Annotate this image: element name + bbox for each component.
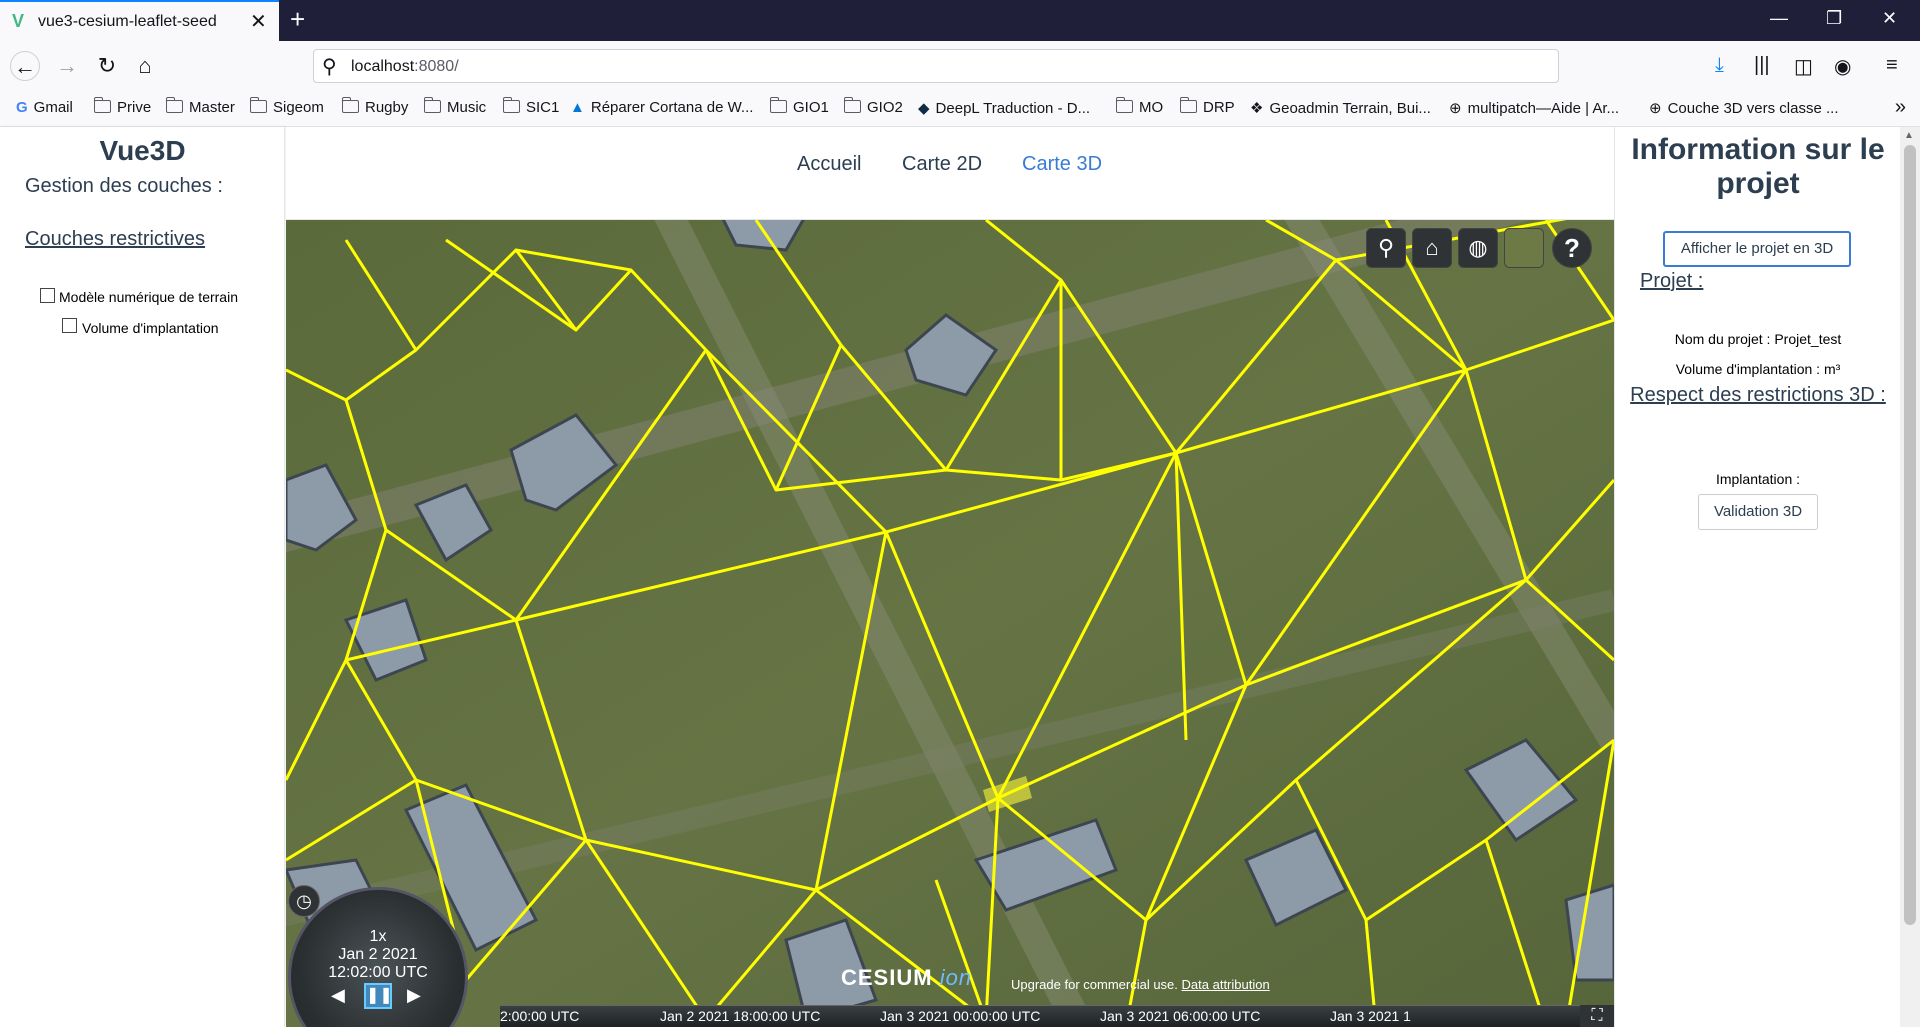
minimize-icon[interactable]: — bbox=[1770, 8, 1788, 29]
downloads-icon[interactable]: ⤓ bbox=[1715, 54, 1724, 77]
app-page: Vue3D Gestion des couches : Couches rest… bbox=[0, 127, 1920, 1027]
sidebar-toggle-icon[interactable]: ◫ bbox=[1794, 54, 1813, 79]
search-icon[interactable]: ⚲ bbox=[1366, 228, 1406, 268]
terrain-model-checkbox[interactable] bbox=[40, 288, 55, 303]
menu-icon[interactable]: ≡ bbox=[1886, 54, 1898, 77]
validation-3d-button[interactable]: Validation 3D bbox=[1698, 494, 1818, 530]
bookmark-prive[interactable]: Prive bbox=[93, 97, 151, 116]
app-title: Vue3D bbox=[99, 135, 186, 166]
timeline-label: Jan 3 2021 00:00:00 UTC bbox=[880, 1008, 1041, 1024]
fullscreen-icon[interactable]: ⛶ bbox=[1580, 1005, 1614, 1027]
help-icon[interactable]: ? bbox=[1552, 228, 1592, 268]
bookmarks-bar: G Gmail Prive Master Sigeom Rugby Music S… bbox=[0, 91, 1920, 127]
page-scrollbar[interactable]: ▲ bbox=[1900, 127, 1920, 1027]
scroll-up-icon[interactable]: ▲ bbox=[1904, 130, 1914, 141]
project-heading: Projet : bbox=[1640, 270, 1704, 292]
globe-icon[interactable]: ◍ bbox=[1458, 228, 1498, 268]
nav-carte-3d[interactable]: Carte 3D bbox=[1022, 153, 1102, 176]
volume-checkbox[interactable] bbox=[62, 318, 77, 333]
bookmark-sigeom[interactable]: Sigeom bbox=[249, 97, 324, 116]
home-browser-icon[interactable]: ⌂ bbox=[130, 51, 160, 81]
search-icon: ⚲ bbox=[322, 56, 337, 78]
bookmark-rugby[interactable]: Rugby bbox=[341, 97, 408, 116]
timeline-label: Jan 2 2021 18:00:00 UTC bbox=[660, 1008, 821, 1024]
timeline-label: 2:00:00 UTC bbox=[500, 1008, 580, 1024]
url-bar[interactable]: ⚲ localhost:8080/ bbox=[313, 49, 1559, 83]
bookmarks-overflow-icon[interactable]: » bbox=[1895, 96, 1906, 119]
project-name: Nom du projet : Projet_test bbox=[1674, 331, 1842, 347]
restrictive-layers-link[interactable]: Couches restrictives bbox=[25, 228, 205, 251]
bookmark-drp[interactable]: DRP bbox=[1179, 97, 1235, 116]
pause-icon[interactable]: ❚❚ bbox=[364, 983, 393, 1009]
restore-icon[interactable]: ❐ bbox=[1826, 8, 1842, 29]
layers-panel: Vue3D Gestion des couches : Couches rest… bbox=[0, 127, 285, 1027]
cesium-ion-logo[interactable]: CESIUM ion bbox=[841, 965, 972, 991]
forward-icon[interactable]: → bbox=[52, 51, 82, 81]
timeline[interactable]: 2:00:00 UTC Jan 2 2021 18:00:00 UTC Jan … bbox=[500, 1005, 1614, 1027]
home-icon[interactable]: ⌂ bbox=[1412, 228, 1452, 268]
volume-label: Volume d'implantation bbox=[82, 320, 219, 336]
attribution: Upgrade for commercial use. Data attribu… bbox=[1011, 977, 1270, 992]
play-reverse-icon[interactable]: ◀ bbox=[331, 985, 345, 1006]
project-volume-text: Volume d'implantation : m³ bbox=[1675, 361, 1841, 377]
bookmark-geoadmin[interactable]: ❖ Geoadmin Terrain, Bui... bbox=[1250, 99, 1431, 117]
bookmark-gio1[interactable]: GIO1 bbox=[769, 97, 829, 116]
bookmark-multipatch[interactable]: ⊕ multipatch—Aide | Ar... bbox=[1449, 99, 1619, 117]
main-nav: Accueil Carte 2D Carte 3D bbox=[286, 127, 1614, 220]
account-icon[interactable]: ◉ bbox=[1834, 54, 1851, 79]
close-tab-icon[interactable]: ✕ bbox=[250, 9, 267, 34]
clock-speed: 1x bbox=[369, 928, 387, 945]
nav-accueil[interactable]: Accueil bbox=[797, 153, 861, 176]
show-project-3d-button[interactable]: Afficher le projet en 3D bbox=[1663, 231, 1851, 267]
back-icon[interactable]: ← bbox=[10, 51, 40, 81]
tab-title: vue3-cesium-leaflet-seed bbox=[38, 13, 217, 30]
imagery-layers-icon[interactable] bbox=[1504, 228, 1544, 268]
bookmark-cortana[interactable]: ▲ Réparer Cortana de W... bbox=[570, 99, 753, 116]
timeline-label: Jan 3 2021 06:00:00 UTC bbox=[1100, 1008, 1261, 1024]
nav-carte-2d[interactable]: Carte 2D bbox=[902, 153, 982, 176]
browser-navbar: ← → ↻ ⌂ ⚲ localhost:8080/ ⤓ ||| ◫ ◉ ≡ bbox=[0, 41, 1920, 91]
data-attribution-link[interactable]: Data attribution bbox=[1182, 977, 1270, 992]
browser-titlebar: V vue3-cesium-leaflet-seed ✕ + — ❐ ✕ bbox=[0, 0, 1920, 41]
bookmark-music[interactable]: Music bbox=[423, 97, 486, 116]
terrain-model-label: Modèle numérique de terrain bbox=[59, 289, 238, 305]
implantation-label: Implantation : bbox=[1715, 471, 1801, 487]
bookmark-sic1[interactable]: SIC1 bbox=[502, 97, 559, 116]
restrictions-heading: Respect des restrictions 3D : bbox=[1630, 384, 1886, 406]
library-icon[interactable]: ||| bbox=[1754, 54, 1770, 77]
project-info-panel: Information sur le projet Afficher le pr… bbox=[1614, 127, 1900, 1027]
clock-time: 12:02:00 UTC bbox=[328, 964, 428, 981]
scroll-thumb[interactable] bbox=[1904, 145, 1916, 925]
play-forward-icon[interactable]: ▶ bbox=[407, 985, 421, 1006]
bookmark-master[interactable]: Master bbox=[165, 97, 235, 116]
bookmark-gmail[interactable]: G Gmail bbox=[16, 99, 73, 116]
clock-date: Jan 2 2021 bbox=[338, 946, 418, 963]
realtime-clock-icon[interactable]: ◷ bbox=[288, 885, 320, 917]
close-window-icon[interactable]: ✕ bbox=[1882, 8, 1897, 29]
map-scene bbox=[286, 220, 1614, 1027]
bookmark-couche3d[interactable]: ⊕ Couche 3D vers classe ... bbox=[1649, 99, 1838, 117]
new-tab-icon[interactable]: + bbox=[290, 4, 305, 35]
bookmark-gio2[interactable]: GIO2 bbox=[843, 97, 903, 116]
vue-favicon-icon: V bbox=[12, 11, 25, 31]
browser-tab[interactable]: V vue3-cesium-leaflet-seed ✕ bbox=[0, 0, 279, 41]
cesium-map[interactable]: ⚲ ⌂ ◍ ? 1x Jan 2 2021 12:02:00 UTC ◀ ❚❚ … bbox=[286, 220, 1614, 1027]
url-text: localhost:8080/ bbox=[351, 58, 459, 75]
project-info-title: Information sur le projet bbox=[1631, 133, 1885, 200]
timeline-label: Jan 3 2021 1 bbox=[1330, 1008, 1411, 1024]
bookmark-mo[interactable]: MO bbox=[1115, 97, 1163, 116]
reload-icon[interactable]: ↻ bbox=[92, 51, 122, 81]
bookmark-deepl[interactable]: ◆ DeepL Traduction - D... bbox=[918, 99, 1090, 117]
layers-subtitle: Gestion des couches : bbox=[25, 175, 223, 197]
